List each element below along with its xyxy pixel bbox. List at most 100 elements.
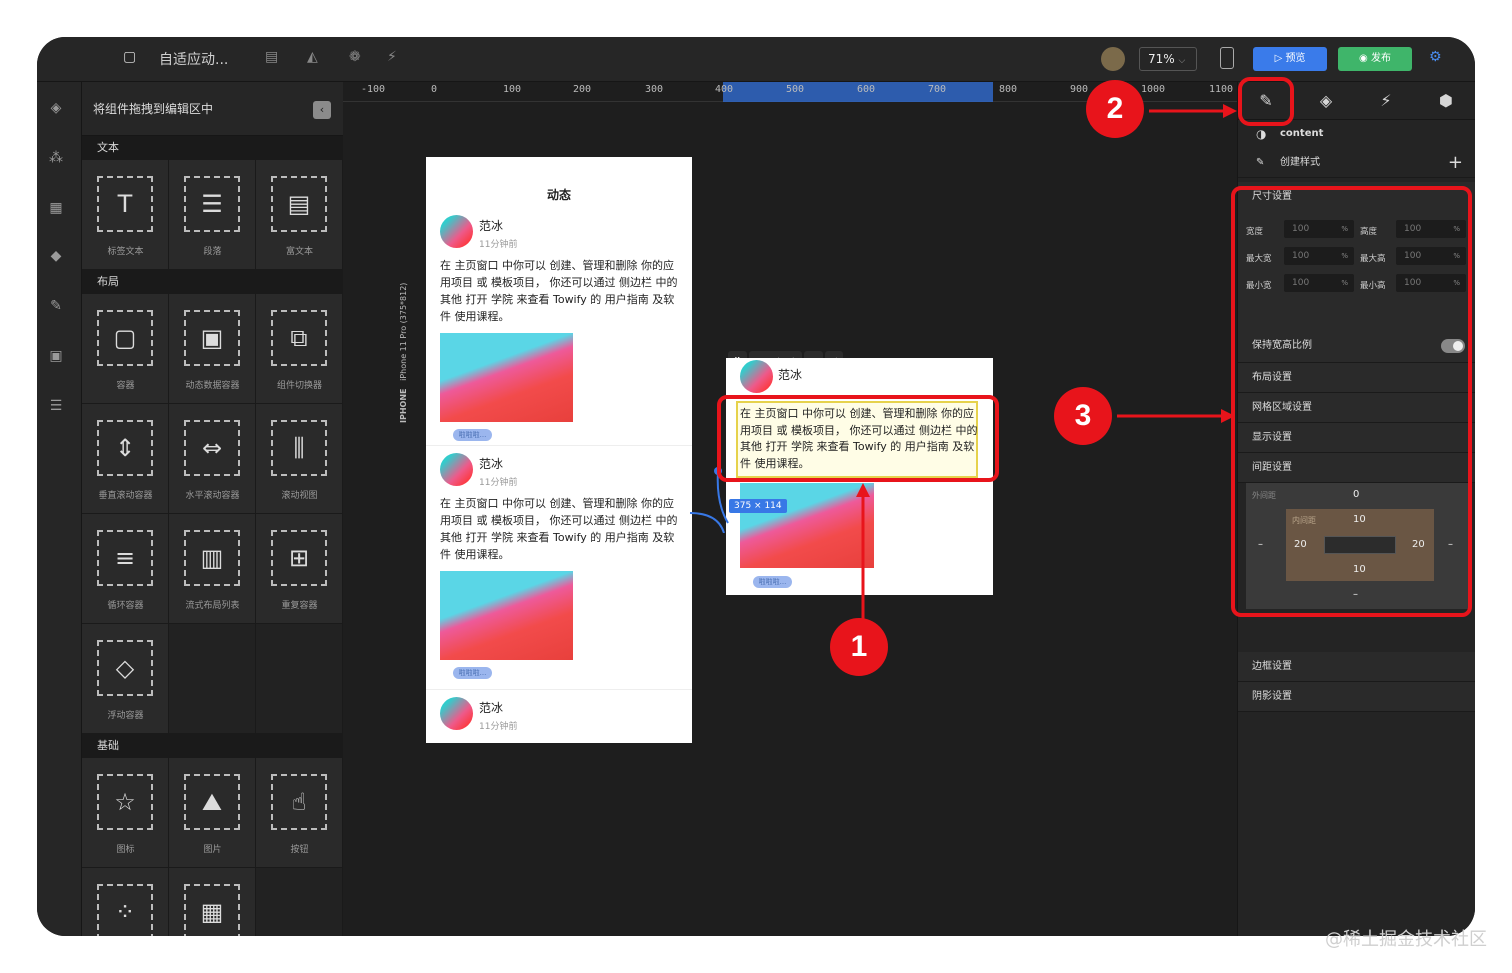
- brush-icon: ✎: [1256, 157, 1265, 168]
- project-title[interactable]: 自适应动...: [159, 49, 228, 69]
- component-image[interactable]: ⛰ 图片: [169, 758, 256, 868]
- component-switcher[interactable]: ⧉ 组件切换器: [256, 294, 343, 404]
- annotation-badge-2: 2: [1086, 80, 1144, 138]
- section-title-text: 文本: [82, 136, 343, 160]
- component-repeat-container[interactable]: ⊞ 重复容器: [256, 514, 343, 624]
- post-content: 在 主页窗口 中你可以 创建、管理和删除 你的应用项目 或 模板项目， 你还可以…: [440, 259, 678, 323]
- post-username: 范冰: [778, 368, 803, 382]
- component-panel-title: 将组件拖拽到编辑区中: [93, 102, 214, 116]
- component-label: 标签文本: [107, 247, 144, 257]
- flow-list-icon: ▥: [184, 530, 240, 586]
- avatar: [740, 360, 773, 393]
- theme-icon[interactable]: ◭: [307, 49, 318, 65]
- component-horizontal-scroll[interactable]: ⇔ 水平滚动容器: [169, 404, 256, 514]
- lower-sections: 边框设置 阴影设置: [1238, 652, 1475, 712]
- post-tag: 啦啦啦...: [453, 429, 492, 441]
- vertical-scroll-icon: ⇕: [97, 420, 153, 476]
- component-flow-list[interactable]: ▥ 流式布局列表: [169, 514, 256, 624]
- component-container[interactable]: ▢ 容器: [82, 294, 169, 404]
- annotation-badge-3: 3: [1054, 387, 1112, 445]
- pin-icon[interactable]: ✎: [47, 297, 65, 315]
- layout-icon[interactable]: ▦: [47, 199, 65, 217]
- pages-icon[interactable]: ▤: [265, 49, 278, 65]
- feed-post[interactable]: 范冰 11分钟前 在 主页窗口 中你可以 创建、管理和删除 你的应用项目 或 模…: [426, 446, 692, 690]
- actions-icon[interactable]: ⚡: [387, 49, 397, 65]
- layers-diamond-icon[interactable]: ◈: [1316, 91, 1336, 111]
- properties-panel: ✎ ◈ ⚡ ⬢ ◑ content ✎ 创建样式 + 尺寸设置 宽度 100% …: [1231, 77, 1475, 936]
- component-label: 循环容器: [107, 601, 144, 611]
- border-settings[interactable]: 边框设置: [1238, 652, 1475, 682]
- components-cube-icon[interactable]: ◈: [47, 99, 65, 117]
- component-paragraph[interactable]: ☰ 段落: [169, 160, 256, 270]
- component-label: 按钮: [290, 845, 309, 855]
- component-label: 垂直滚动容器: [98, 491, 153, 501]
- component-label: 容器: [116, 381, 135, 391]
- modules-icon[interactable]: ⁂: [47, 149, 65, 167]
- component-icon[interactable]: ☆ 图标: [82, 758, 169, 868]
- settings-sliders-icon[interactable]: ⚙: [1429, 49, 1442, 65]
- annotation-box-1: [717, 395, 999, 482]
- layers-icon[interactable]: ◆: [47, 247, 65, 265]
- avatar[interactable]: [1101, 47, 1125, 71]
- section-title-layout: 布局: [82, 270, 343, 294]
- component-label: 浮动容器: [107, 711, 144, 721]
- component-tag-text[interactable]: T 标签文本: [82, 160, 169, 270]
- component-qrcode[interactable]: ▦: [169, 868, 256, 936]
- feed-post[interactable]: 范冰 11分钟前 在 主页窗口 中你可以 创建、管理和删除 你的应用项目 或 模…: [426, 203, 692, 446]
- post-tag: 啦啦啦...: [753, 576, 792, 588]
- float-container-icon: ◇: [97, 640, 153, 696]
- sidebar-toggle-icon[interactable]: ▢: [123, 49, 136, 65]
- post-content: 在 主页窗口 中你可以 创建、管理和删除 你的应用项目 或 模板项目， 你还可以…: [440, 497, 678, 561]
- publish-button[interactable]: ◉ 发布: [1338, 47, 1412, 71]
- image-icon: ⛰: [184, 774, 240, 830]
- shadow-settings[interactable]: 阴影设置: [1238, 682, 1475, 712]
- paragraph-icon: ☰: [184, 176, 240, 232]
- empty-cell: [256, 868, 343, 936]
- component-rich-text[interactable]: ▤ 富文本: [256, 160, 343, 270]
- component-float-container[interactable]: ◇ 浮动容器: [82, 624, 169, 734]
- app-window: ▢ 自适应动... ▤ ◭ ❁ ⚡ 71% ⌵ ▷ 预览 ◉ 发布 ⚙ ◈ ⁂ …: [37, 37, 1475, 936]
- annotation-badge-1: 1: [830, 618, 888, 676]
- action-bolt-icon[interactable]: ⚡: [1376, 91, 1396, 111]
- package-icon[interactable]: ⬢: [1436, 91, 1456, 111]
- preview-button[interactable]: ▷ 预览: [1253, 47, 1327, 71]
- component-scroll-view[interactable]: ⫼ 滚动视图: [256, 404, 343, 514]
- ruler-tick: 0: [431, 84, 438, 95]
- feed-post[interactable]: 范冰 11分钟前: [426, 690, 692, 743]
- avatar: [440, 453, 473, 486]
- post-username: 范冰: [479, 457, 504, 471]
- ruler-tick: 600: [857, 84, 876, 95]
- collapse-icon[interactable]: ‹: [313, 101, 331, 119]
- component-dynamic-container[interactable]: ▣ 动态数据容器: [169, 294, 256, 404]
- component-dots[interactable]: ⁘: [82, 868, 169, 936]
- editor-canvas[interactable]: IPHONE iPhone 11 Pro (375*812) 动态 范冰 11分…: [343, 80, 1237, 936]
- component-panel-header: 将组件拖拽到编辑区中 ‹: [82, 82, 343, 136]
- assets-icon[interactable]: ❁: [349, 49, 361, 65]
- section-title-basic: 基础: [82, 734, 343, 758]
- dots-icon: ⁘: [97, 884, 153, 936]
- component-label: 段落: [203, 247, 222, 257]
- text-components-grid: T 标签文本 ☰ 段落 ▤ 富文本: [82, 160, 343, 270]
- component-vertical-scroll[interactable]: ⇕ 垂直滚动容器: [82, 404, 169, 514]
- component-button[interactable]: ☝ 按钮: [256, 758, 343, 868]
- component-label: 图片: [203, 845, 222, 855]
- component-loop-container[interactable]: ≡ 循环容器: [82, 514, 169, 624]
- device-icon[interactable]: [1220, 47, 1234, 69]
- button-icon: ☝: [271, 774, 327, 830]
- component-label: 图标: [116, 845, 135, 855]
- play-icon: ▷: [1274, 53, 1286, 64]
- phone-preview[interactable]: 动态 范冰 11分钟前 在 主页窗口 中你可以 创建、管理和删除 你的应用项目 …: [426, 157, 692, 743]
- add-icon[interactable]: +: [1448, 148, 1463, 178]
- create-style-row[interactable]: ✎ 创建样式 +: [1238, 148, 1475, 178]
- post-tag: 啦啦啦...: [453, 667, 492, 679]
- annotation-arrow-2: [1149, 104, 1237, 118]
- zoom-select[interactable]: 71% ⌵: [1139, 47, 1197, 71]
- top-toolbar: ▢ 自适应动... ▤ ◭ ❁ ⚡ 71% ⌵ ▷ 预览 ◉ 发布 ⚙: [37, 37, 1475, 82]
- list-icon[interactable]: ☰: [47, 397, 65, 415]
- basic-components-grid: ☆ 图标 ⛰ 图片 ☝ 按钮 ⁘ ▦: [82, 758, 343, 936]
- eye-icon: ◉: [1359, 53, 1371, 64]
- annotation-arrow-3: [1117, 409, 1235, 423]
- ruler-tick: 700: [928, 84, 947, 95]
- qrcode-icon: ▦: [184, 884, 240, 936]
- data-icon[interactable]: ▣: [47, 347, 65, 365]
